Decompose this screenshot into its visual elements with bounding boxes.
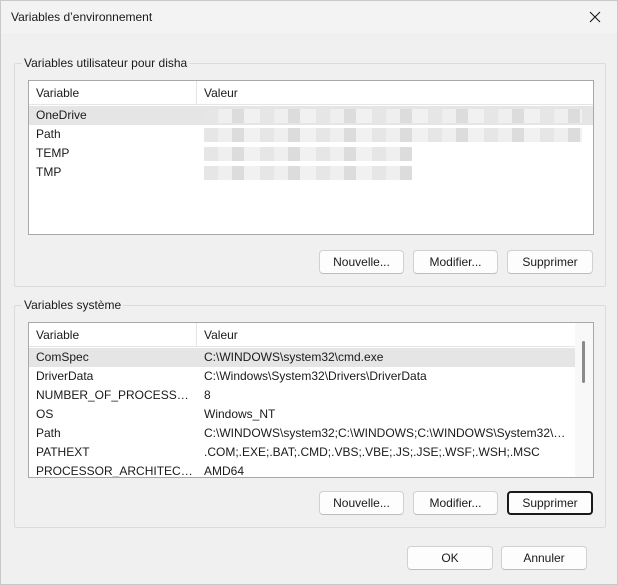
row-variable-value: .COM;.EXE;.BAT;.CMD;.VBS;.VBE;.JS;.JSE;.… [204, 445, 540, 459]
environment-variables-dialog: Variables d’environnement Variables util… [0, 0, 618, 585]
close-icon [589, 11, 601, 23]
row-variable-name: OS [36, 407, 54, 421]
system-variables-label: Variables système [22, 297, 124, 313]
row-variable-value: C:\WINDOWS\system32\cmd.exe [204, 350, 384, 364]
close-button[interactable] [573, 1, 617, 33]
row-variable-value: AMD64 [204, 464, 245, 478]
system-variables-group: Variables système Variable Valeur ComSpe… [14, 297, 606, 528]
table-row[interactable]: PATHEXT .COM;.EXE;.BAT;.CMD;.VBS;.VBE;.J… [29, 443, 577, 462]
system-list-header: Variable Valeur [29, 323, 577, 347]
table-row[interactable]: OneDrive [29, 106, 593, 125]
system-new-button[interactable]: Nouvelle... [319, 491, 404, 515]
row-variable-name: PROCESSOR_ARCHITECTURE [36, 464, 197, 478]
table-row[interactable]: TMP [29, 163, 593, 182]
table-row[interactable]: ComSpec C:\WINDOWS\system32\cmd.exe [29, 348, 577, 367]
table-row[interactable]: PROCESSOR_ARCHITECTURE AMD64 [29, 462, 577, 478]
table-row[interactable]: NUMBER_OF_PROCESSORS 8 [29, 386, 577, 405]
user-new-button[interactable]: Nouvelle... [319, 250, 404, 274]
title-bar: Variables d’environnement [1, 1, 617, 33]
table-row[interactable]: Path C:\WINDOWS\system32;C:\WINDOWS;C:\W… [29, 424, 577, 443]
user-delete-button[interactable]: Supprimer [507, 250, 593, 274]
ok-button[interactable]: OK [407, 546, 493, 570]
column-header-variable[interactable]: Variable [29, 81, 197, 105]
user-variables-list[interactable]: Variable Valeur OneDrive Path TEMP TMP [28, 80, 594, 235]
row-variable-name: ComSpec [36, 350, 89, 364]
system-edit-button[interactable]: Modifier... [413, 491, 498, 515]
table-row[interactable]: OS Windows_NT [29, 405, 577, 424]
row-variable-name: TEMP [36, 146, 70, 160]
row-value-redacted [197, 144, 593, 163]
row-variable-value: C:\Windows\System32\Drivers\DriverData [204, 369, 427, 383]
row-variable-name: TMP [36, 165, 62, 179]
row-variable-name: NUMBER_OF_PROCESSORS [36, 388, 197, 402]
cancel-button[interactable]: Annuler [501, 546, 587, 570]
user-variables-label: Variables utilisateur pour disha [22, 55, 190, 71]
column-header-variable[interactable]: Variable [29, 323, 197, 347]
system-delete-button[interactable]: Supprimer [507, 491, 593, 515]
window-title: Variables d’environnement [11, 10, 153, 24]
row-variable-name: OneDrive [36, 108, 87, 122]
table-row[interactable]: TEMP [29, 144, 593, 163]
row-value-redacted [197, 125, 593, 144]
row-value-redacted [197, 163, 593, 182]
row-variable-name: Path [36, 127, 61, 141]
column-header-value[interactable]: Valeur [197, 81, 593, 105]
user-list-header: Variable Valeur [29, 81, 593, 105]
table-row[interactable]: Path [29, 125, 593, 144]
row-variable-value: C:\WINDOWS\system32;C:\WINDOWS;C:\WINDOW… [204, 426, 577, 440]
row-variable-value: 8 [204, 388, 211, 402]
table-row[interactable]: DriverData C:\Windows\System32\Drivers\D… [29, 367, 577, 386]
scrollbar-thumb[interactable] [582, 341, 585, 383]
vertical-scrollbar[interactable] [575, 323, 593, 477]
row-variable-name: Path [36, 426, 61, 440]
user-variables-group: Variables utilisateur pour disha Variabl… [14, 55, 606, 287]
row-value-redacted [197, 106, 593, 125]
row-variable-name: DriverData [36, 369, 94, 383]
system-variables-list[interactable]: Variable Valeur ComSpec C:\WINDOWS\syste… [28, 322, 594, 478]
user-edit-button[interactable]: Modifier... [413, 250, 498, 274]
column-header-value[interactable]: Valeur [197, 323, 577, 347]
row-variable-value: Windows_NT [204, 407, 276, 421]
row-variable-name: PATHEXT [36, 445, 90, 459]
